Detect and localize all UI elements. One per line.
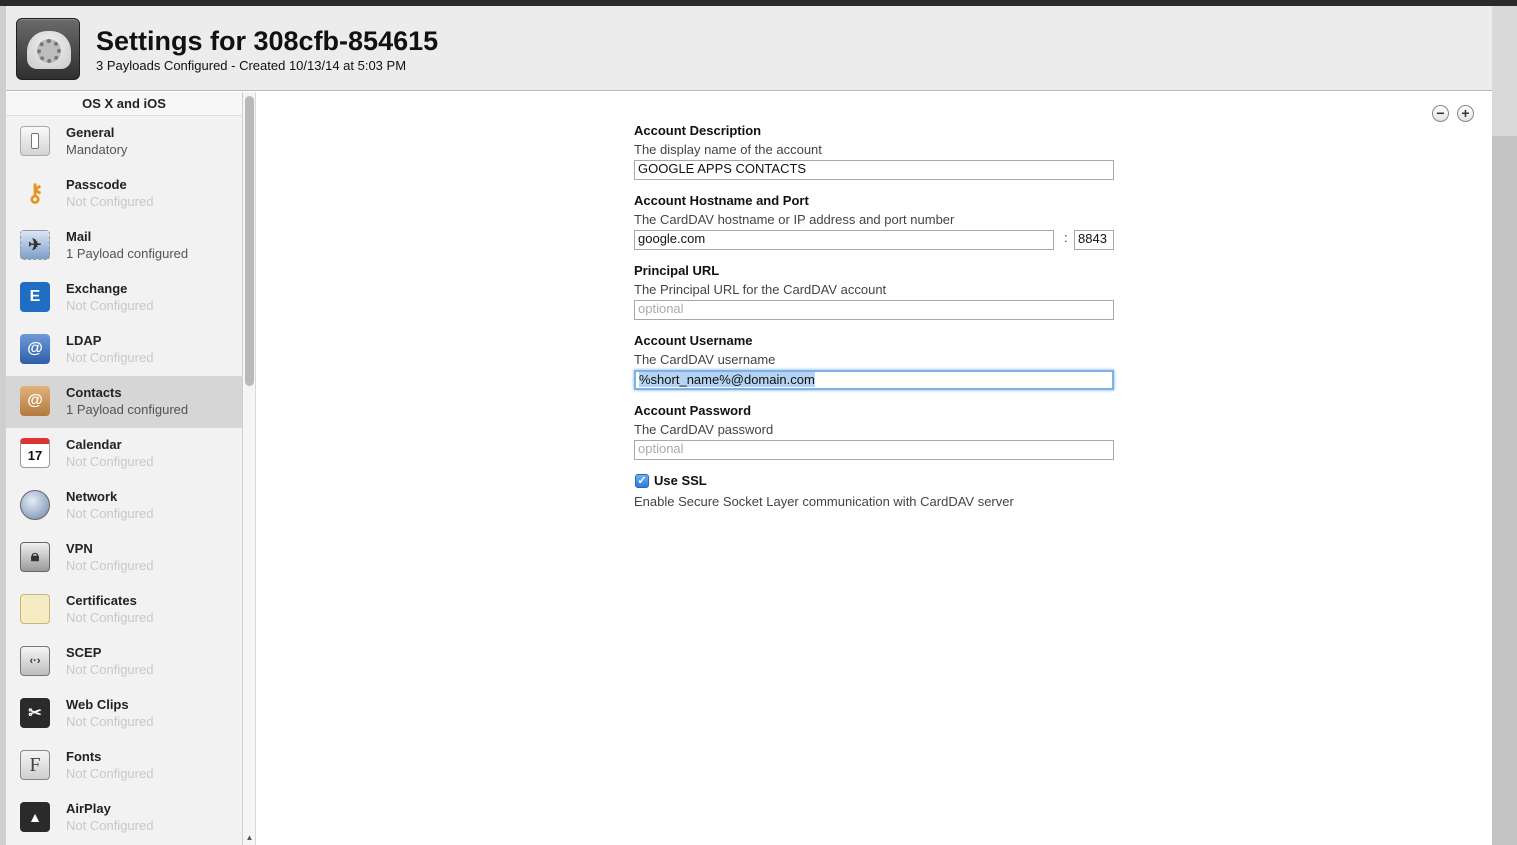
sidebar-item-fonts[interactable]: F Fonts Not Configured — [6, 740, 242, 792]
carddav-form: Account Description The display name of … — [634, 122, 1116, 512]
sidebar-item-status: Not Configured — [66, 714, 154, 729]
principal-url-field[interactable]: optional — [634, 300, 1114, 320]
sidebar-item-scep[interactable]: ‹·› SCEP Not Configured — [6, 636, 242, 688]
sidebar-scrollbar[interactable]: ▲ — [243, 92, 256, 845]
port-separator: : — [1064, 230, 1068, 245]
sidebar-item-contacts[interactable]: @ Contacts 1 Payload configured — [6, 376, 242, 428]
sidebar-item-status: Not Configured — [66, 766, 154, 781]
sidebar-item-ldap[interactable]: @ LDAP Not Configured — [6, 324, 242, 376]
sidebar-item-airplay[interactable]: ▲ AirPlay Not Configured — [6, 792, 242, 844]
contacts-icon: @ — [20, 386, 50, 416]
sidebar-item-label: Contacts — [66, 385, 122, 400]
address-book-icon: @ — [20, 334, 50, 364]
sidebar-item-label: LDAP — [66, 333, 102, 348]
profile-settings-icon — [16, 18, 80, 80]
sidebar-item-status: Not Configured — [66, 506, 154, 521]
field-help: The CardDAV hostname or IP address and p… — [634, 212, 955, 227]
scrollbar-thumb[interactable] — [245, 96, 254, 386]
settings-sheet: Settings for 308cfb-854615 3 Payloads Co… — [6, 6, 1492, 845]
field-help: The CardDAV username — [634, 352, 776, 367]
sidebar-item-vpn[interactable]: 🔒︎ VPN Not Configured — [6, 532, 242, 584]
sidebar-item-status: Not Configured — [66, 558, 154, 573]
sidebar-item-status: 1 Payload configured — [66, 246, 189, 261]
sidebar-item-status: Not Configured — [66, 818, 154, 833]
account-description-field[interactable]: GOOGLE APPS CONTACTS — [634, 160, 1114, 180]
hostname-field[interactable]: google.com — [634, 230, 1054, 250]
add-payload-button[interactable]: + — [1457, 105, 1474, 122]
field-label: Account Description — [634, 123, 762, 138]
sidebar-item-label: Web Clips — [66, 697, 129, 712]
sidebar-item-calendar[interactable]: 17 Calendar Not Configured — [6, 428, 242, 480]
background-window-edge-right — [1492, 6, 1517, 845]
field-label: Account Hostname and Port — [634, 193, 809, 208]
sidebar-item-status: Not Configured — [66, 298, 154, 313]
sidebar-item-general[interactable]: General Mandatory — [6, 116, 242, 168]
field-help: The display name of the account — [634, 142, 822, 157]
sidebar-item-label: Passcode — [66, 177, 127, 192]
exchange-icon: E — [20, 282, 50, 312]
password-field[interactable]: optional — [634, 440, 1114, 460]
port-field[interactable]: 8843 — [1074, 230, 1114, 250]
page-subtitle: 3 Payloads Configured - Created 10/13/14… — [96, 58, 407, 73]
sidebar-item-label: Network — [66, 489, 118, 504]
username-field[interactable]: %short_name%@domain.com — [634, 370, 1114, 390]
certificate-icon — [20, 594, 50, 624]
sidebar-item-label: SCEP — [66, 645, 102, 660]
payload-sidebar: OS X and iOS General Mandatory ⚷ Passcod… — [6, 92, 243, 845]
key-icon: ⚷ — [26, 179, 44, 207]
field-label: Principal URL — [634, 263, 720, 278]
sidebar-heading: OS X and iOS — [6, 92, 242, 116]
page-title: Settings for 308cfb-854615 — [96, 26, 439, 56]
sidebar-item-web-clips[interactable]: ✂ Web Clips Not Configured — [6, 688, 242, 740]
sidebar-item-label: General — [66, 125, 115, 140]
calendar-icon: 17 — [20, 438, 50, 468]
sidebar-item-label: VPN — [66, 541, 93, 556]
scroll-up-arrow-icon[interactable]: ▲ — [244, 833, 255, 843]
field-help: Enable Secure Socket Layer communication… — [634, 494, 1014, 509]
sidebar-item-status: Not Configured — [66, 350, 154, 365]
sidebar-item-status: Not Configured — [66, 454, 154, 469]
mail-stamp-icon: ✈ — [20, 230, 50, 260]
sheet-header: Settings for 308cfb-854615 3 Payloads Co… — [6, 6, 1492, 91]
sidebar-item-label: Fonts — [66, 749, 102, 764]
lock-icon: 🔒︎ — [20, 542, 50, 572]
scissors-icon: ✂ — [20, 698, 50, 728]
sidebar-item-label: Exchange — [66, 281, 128, 296]
sidebar-item-label: Mail — [66, 229, 92, 244]
sidebar-item-label: Certificates — [66, 593, 137, 608]
field-label: Account Password — [634, 403, 752, 418]
sidebar-item-passcode[interactable]: ⚷ Passcode Not Configured — [6, 168, 242, 220]
use-ssl-checkbox[interactable]: ✓ — [635, 474, 649, 488]
sidebar-item-mail[interactable]: ✈ Mail 1 Payload configured — [6, 220, 242, 272]
globe-icon — [20, 490, 50, 520]
sidebar-item-label: Calendar — [66, 437, 122, 452]
sidebar-item-status: Mandatory — [66, 142, 128, 157]
payload-detail: − + Account Description The display name… — [256, 92, 1492, 845]
sidebar-item-certificates[interactable]: Certificates Not Configured — [6, 584, 242, 636]
sidebar-item-status: Not Configured — [66, 662, 154, 677]
font-icon: F — [20, 750, 50, 780]
sidebar-item-status: 1 Payload configured — [66, 402, 189, 417]
use-ssl-row: ✓ Use SSL — [634, 472, 1116, 492]
field-label: Account Username — [634, 333, 753, 348]
switch-icon — [20, 126, 50, 156]
sidebar-item-label: AirPlay — [66, 801, 111, 816]
remove-payload-button[interactable]: − — [1432, 105, 1449, 122]
field-help: The CardDAV password — [634, 422, 774, 437]
airplay-icon: ▲ — [20, 802, 50, 832]
hostname-port-row: google.com : 8843 — [634, 230, 1116, 262]
use-ssl-label[interactable]: Use SSL — [654, 473, 707, 488]
field-help: The Principal URL for the CardDAV accoun… — [634, 282, 887, 297]
sidebar-item-status: Not Configured — [66, 610, 154, 625]
scep-lock-icon: ‹·› — [20, 646, 50, 676]
sidebar-item-exchange[interactable]: E Exchange Not Configured — [6, 272, 242, 324]
sidebar-item-status: Not Configured — [66, 194, 154, 209]
sidebar-item-network[interactable]: Network Not Configured — [6, 480, 242, 532]
selected-text: %short_name%@domain.com — [639, 372, 815, 387]
